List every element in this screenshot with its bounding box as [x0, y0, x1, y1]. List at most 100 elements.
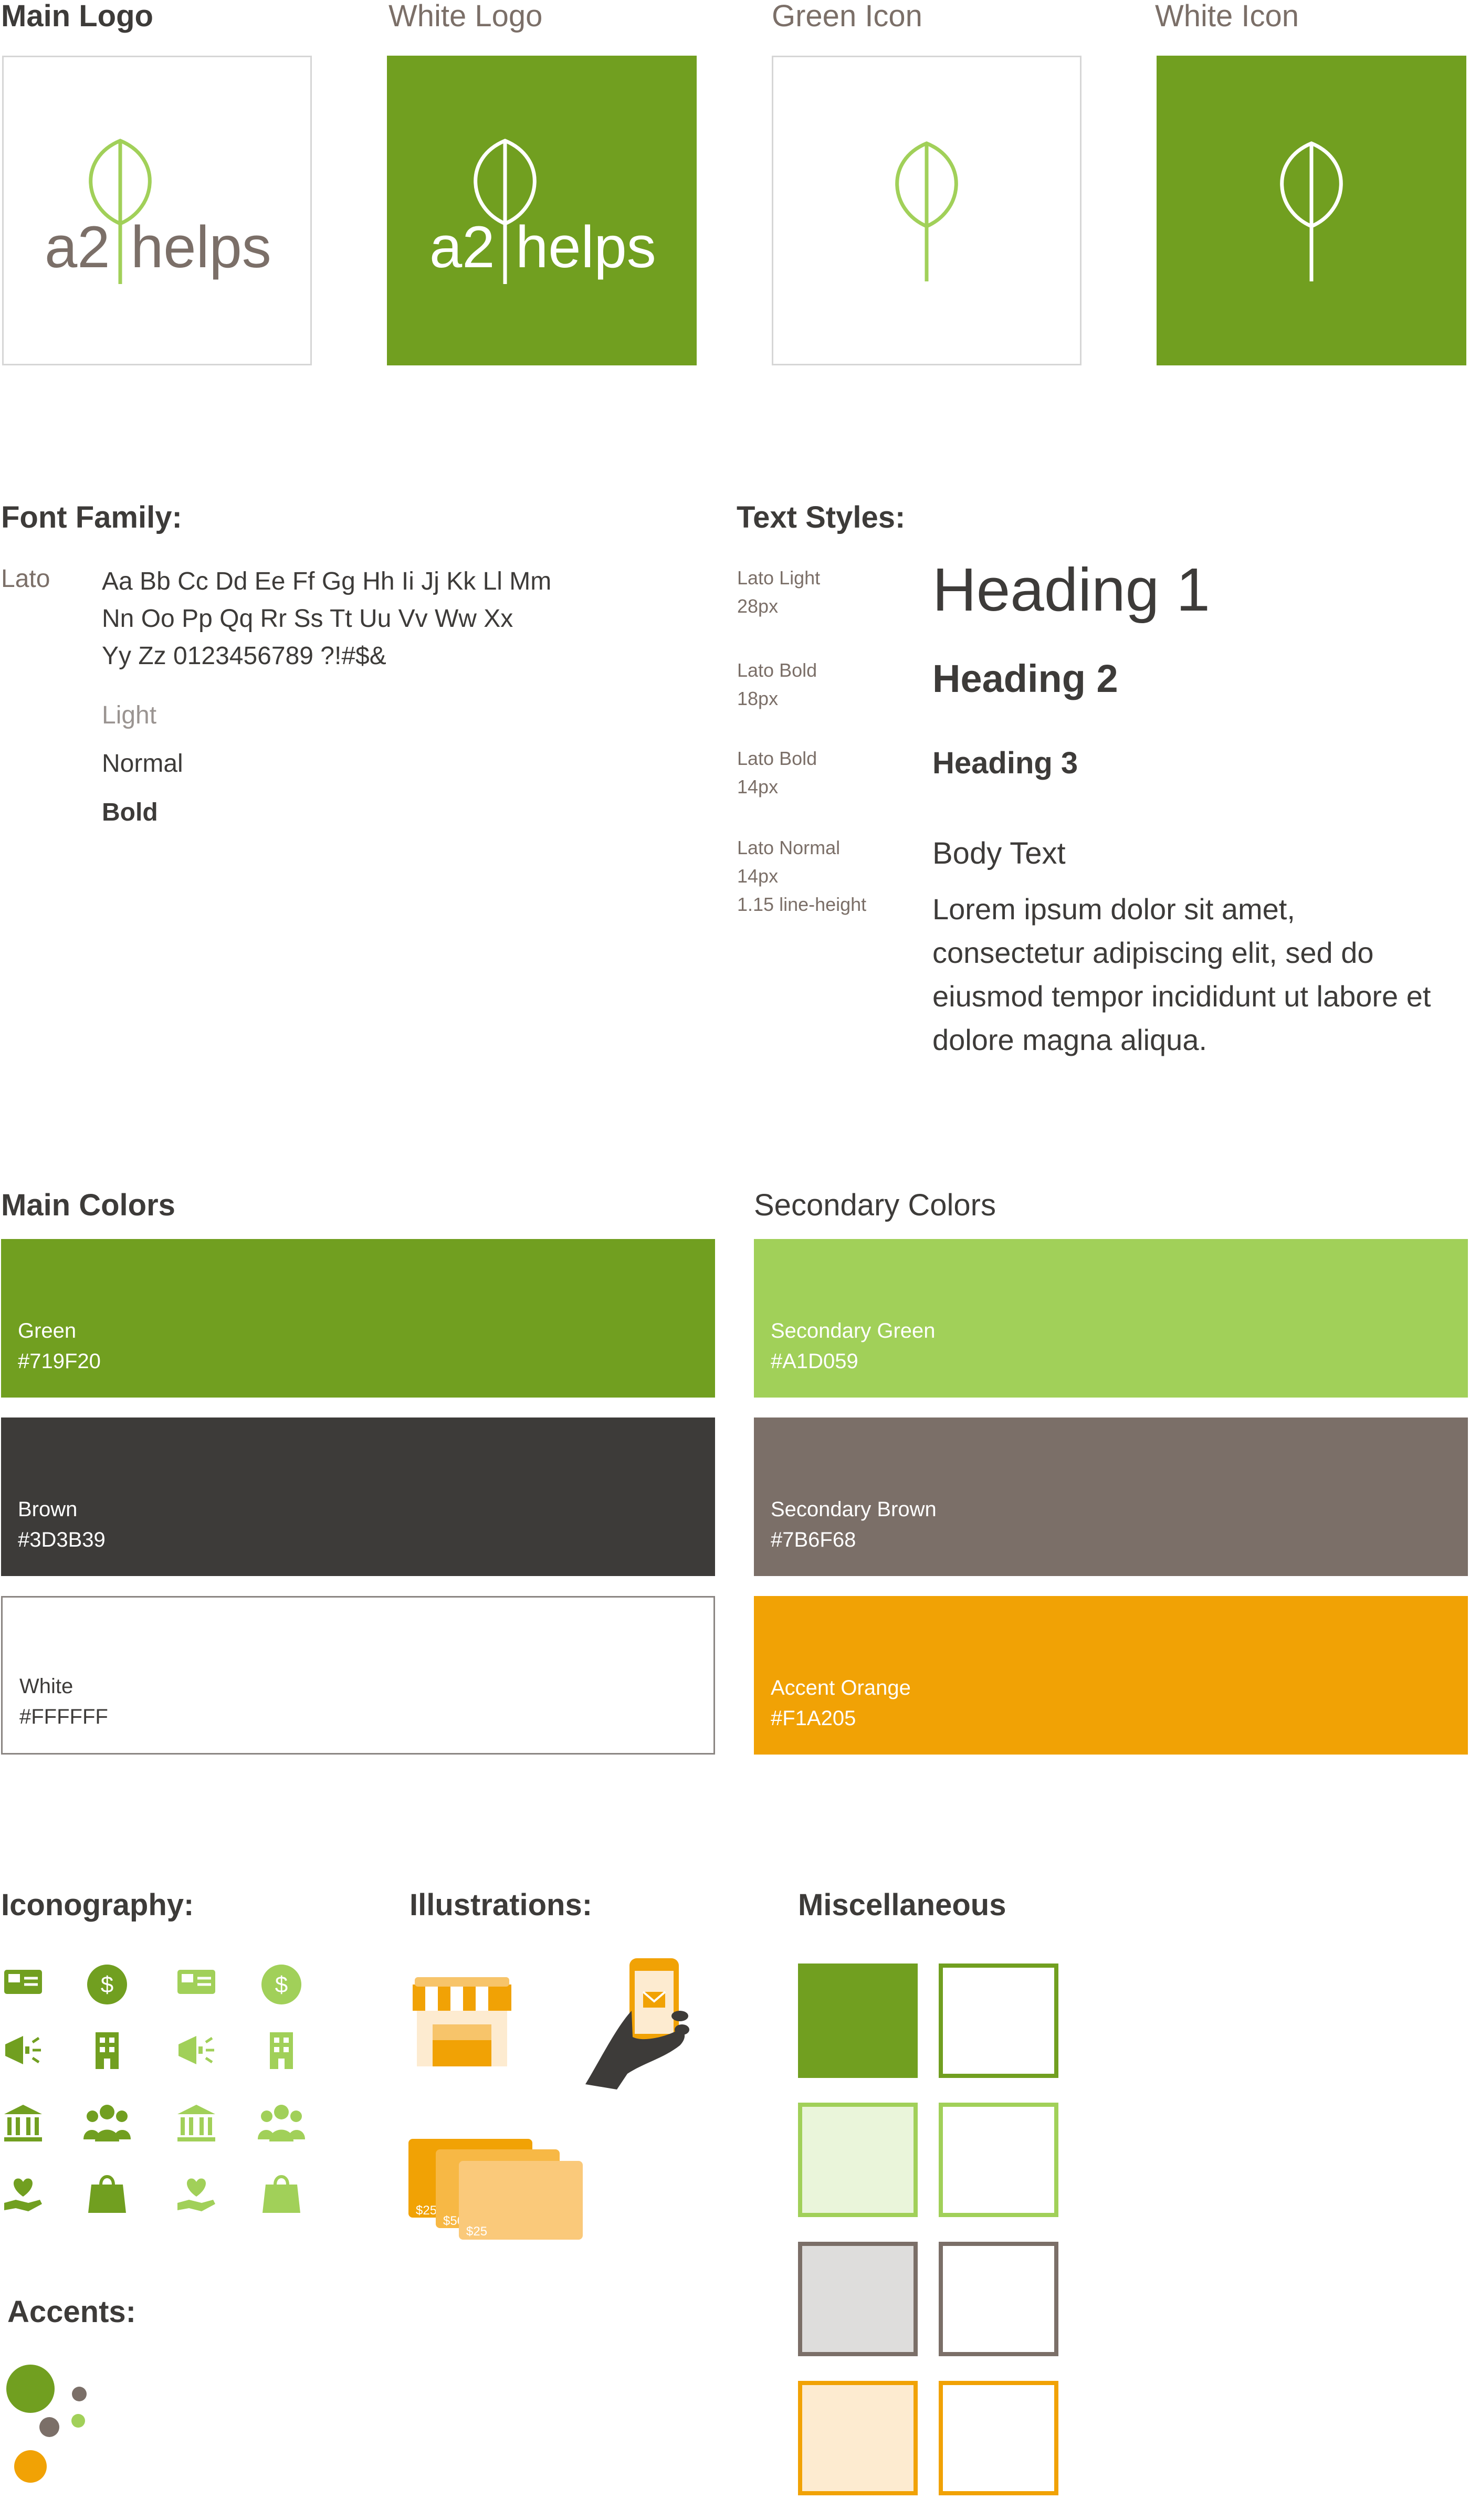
main-logo-title: Main Logo [1, 0, 153, 33]
swatch-hex: #A1D059 [771, 1350, 858, 1373]
svg-text:$: $ [101, 1972, 113, 1998]
body-text-label: Body Text [932, 836, 1066, 870]
misc-outline-green [939, 1964, 1058, 2078]
style-line-height: 1.15 line-height [737, 894, 867, 915]
style-size: 14px [737, 776, 779, 797]
swatch-name: Green [18, 1319, 77, 1342]
font-family-title: Font Family: [1, 500, 182, 534]
wordmark-helps: helps [516, 214, 656, 280]
style-size: 18px [737, 688, 779, 709]
text-styles-title: Text Styles: [737, 500, 906, 534]
main-colors-title: Main Colors [1, 1188, 175, 1222]
heart-hand-icon [4, 2178, 42, 2211]
white-icon-title: White Icon [1155, 0, 1299, 33]
heading-3-sample: Heading 3 [932, 746, 1078, 780]
swatch-name: Accent Orange [771, 1676, 911, 1699]
swatch-hex: #F1A205 [771, 1707, 856, 1730]
swatch-accent-orange: Accent Orange #F1A205 [754, 1596, 1468, 1755]
swatch-name: Secondary Brown [771, 1498, 937, 1521]
style-size: 28px [737, 595, 779, 617]
misc-fill-green [798, 1964, 918, 2078]
main-logo-tile: a2 helps [2, 56, 312, 365]
icon-grid: $ $ [2, 1964, 312, 2226]
alphabet-line: Yy Zz 0123456789 ?!#$& [102, 642, 386, 670]
miscellaneous-title: Miscellaneous [798, 1888, 1006, 1922]
white-logo-tile: a2 helps [387, 56, 697, 365]
dollar-coin-icon: $ [87, 1965, 127, 2004]
leaf-icon [1280, 141, 1343, 281]
swatch-brown: Brown #3D3B39 [1, 1418, 715, 1576]
swatch-secondary-green: Secondary Green #A1D059 [754, 1239, 1468, 1398]
building-icon [96, 2032, 119, 2069]
megaphone-icon [178, 2036, 214, 2064]
weight-bold: Bold [102, 799, 158, 826]
style-meta-h3: Lato Bold 14px [737, 744, 817, 801]
swatch-name: White [19, 1675, 74, 1698]
card-value: $25 [416, 2203, 437, 2218]
heart-hand-icon [177, 2178, 215, 2211]
font-name: Lato [1, 565, 50, 593]
building-icon [270, 2032, 293, 2069]
heading-2-sample: Heading 2 [932, 657, 1118, 700]
style-font: Lato Bold [737, 659, 817, 681]
swatch-secondary-brown: Secondary Brown #7B6F68 [754, 1418, 1468, 1576]
swatch-green: Green #719F20 [1, 1239, 715, 1398]
misc-outline-secondary-green [939, 2103, 1058, 2217]
phone-hand-illustration [585, 1958, 689, 2090]
swatch-hex: #3D3B39 [18, 1528, 106, 1551]
misc-outline-orange [939, 2381, 1058, 2495]
style-font: Lato Bold [737, 748, 817, 769]
swatch-white: White #FFFFFF [1, 1596, 715, 1755]
shopping-bag-icon [262, 2175, 300, 2213]
bank-icon [4, 2105, 42, 2141]
illustrations-title: Illustrations: [410, 1888, 593, 1922]
swatch-hex: #719F20 [18, 1350, 101, 1373]
secondary-colors-title: Secondary Colors [754, 1188, 996, 1222]
green-icon-tile [772, 56, 1082, 365]
gift-cards-illustration: $25 $50 $25 [408, 2139, 583, 2240]
misc-tint-brown [798, 2242, 918, 2356]
wordmark-a2: a2 [429, 214, 495, 280]
accent-dots [6, 2365, 87, 2483]
shopping-bag-icon [88, 2175, 126, 2213]
card-value: $25 [466, 2224, 487, 2239]
alphabet-line: Aa Bb Cc Dd Ee Ff Gg Hh Ii Jj Kk Ll Mm [102, 568, 552, 595]
dollar-coin-icon: $ [261, 1965, 301, 2004]
style-font: Lato Normal [737, 837, 841, 858]
white-logo-title: White Logo [388, 0, 543, 33]
style-size: 14px [737, 865, 779, 887]
swatch-name: Brown [18, 1498, 78, 1521]
style-font: Lato Light [737, 567, 821, 589]
iconography-title: Iconography: [1, 1888, 194, 1922]
heading-1-sample: Heading 1 [932, 555, 1210, 624]
storefront-illustration [413, 1977, 511, 2066]
misc-tint-orange [798, 2381, 918, 2495]
style-meta-body: Lato Normal 14px 1.15 line-height [737, 834, 866, 919]
style-meta-h2: Lato Bold 18px [737, 656, 817, 713]
leaf-icon [895, 141, 958, 281]
people-icon [258, 2105, 305, 2141]
white-logo: a2 helps [429, 129, 656, 292]
swatch-hex: #FFFFFF [19, 1705, 108, 1728]
wordmark-a2: a2 [45, 214, 110, 280]
megaphone-icon [5, 2036, 41, 2064]
misc-tint-secondary-green [798, 2103, 918, 2217]
body-text-sample: Lorem ipsum dolor sit amet, consectetur … [932, 892, 1431, 1056]
white-icon-tile [1157, 56, 1466, 365]
bank-icon [177, 2105, 215, 2141]
accents-title: Accents: [7, 2295, 136, 2329]
people-icon [83, 2105, 131, 2141]
gift-card-icon [177, 1970, 215, 1994]
misc-outline-brown [939, 2242, 1058, 2356]
weight-normal: Normal [102, 750, 183, 778]
weight-light: Light [102, 701, 157, 729]
alphabet-line: Nn Oo Pp Qq Rr Ss Tt Uu Vv Ww Xx [102, 605, 513, 633]
wordmark-helps: helps [131, 214, 271, 280]
green-icon-title: Green Icon [772, 0, 922, 33]
swatch-hex: #7B6F68 [771, 1528, 856, 1551]
gift-card-icon [4, 1970, 42, 1994]
swatch-name: Secondary Green [771, 1319, 936, 1342]
style-meta-h1: Lato Light 28px [737, 564, 820, 621]
alphabet-sample: Aa Bb Cc Dd Ee Ff Gg Hh Ii Jj Kk Ll Mm N… [102, 563, 551, 675]
main-logo: a2 helps [45, 129, 271, 292]
